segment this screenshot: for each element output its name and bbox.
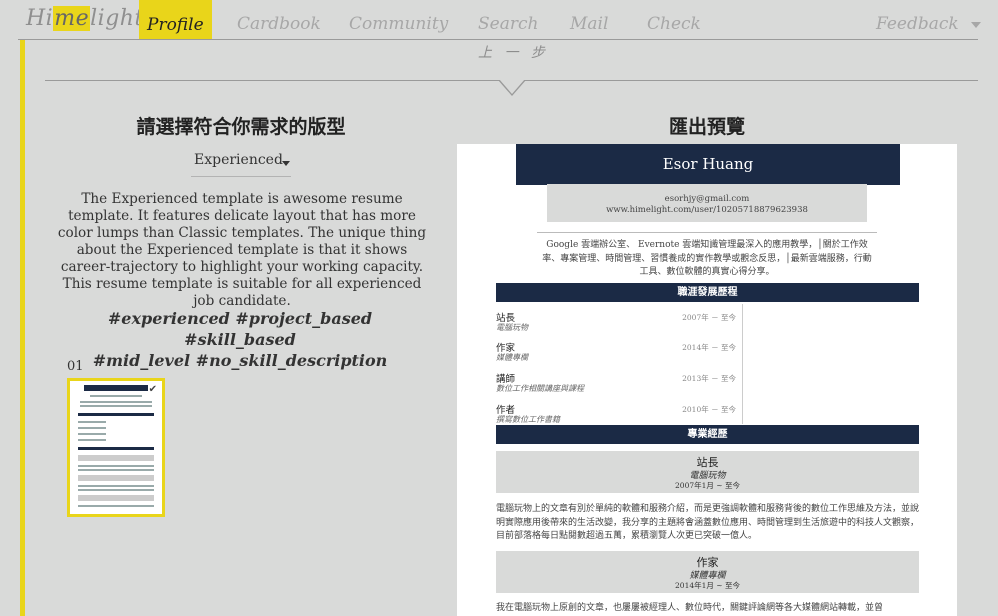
resume-about: Google 雲端辦公室、 Evernote 雲端知識管理最深入的應用教學，│關… — [542, 240, 872, 277]
nav-check[interactable]: Check — [647, 14, 701, 34]
career-column-divider — [742, 304, 743, 424]
thumbnail-line — [78, 421, 106, 423]
nav-search[interactable]: Search — [478, 14, 538, 34]
nav-divider — [18, 39, 978, 40]
thumbnail-line — [78, 489, 154, 491]
resume-preview: Esor Huang esorhjy@gmail.com www.himelig… — [457, 144, 957, 616]
thumbnail-line — [78, 433, 106, 435]
career-band: 職涯發展歷程 — [496, 283, 919, 302]
tags-line-2: #mid_level #no_skill_description — [92, 351, 388, 370]
career-date: 2014年 － 至今 — [682, 343, 736, 352]
resume-url: www.himelight.com/user/10205718879623938 — [606, 205, 808, 215]
thumbnail-block — [78, 455, 154, 461]
template-select-title: 請選擇符合你需求的版型 — [136, 116, 346, 138]
career-date: 2007年 － 至今 — [682, 313, 736, 322]
template-dropdown[interactable]: Experienced — [191, 148, 291, 177]
feedback-label: Feedback — [876, 14, 959, 34]
thumbnail-number: 01 — [67, 359, 84, 374]
thumbnail-band — [78, 413, 154, 416]
experience-date: 2007年1月 ~ 至今 — [675, 481, 740, 490]
export-preview-title: 匯出預覽 — [668, 116, 745, 138]
feedback-menu[interactable]: Feedback — [876, 14, 981, 34]
career-sub: 數位工作相關講座與課程 — [496, 384, 584, 393]
experience-header: 作家 媒體專欄 2014年1月 ~ 至今 — [496, 551, 919, 593]
resume-name: Esor Huang — [516, 144, 900, 185]
resume-contact: esorhjy@gmail.com www.himelight.com/user… — [547, 184, 867, 222]
thumbnail-line — [80, 401, 152, 403]
nav-mail[interactable]: Mail — [570, 14, 608, 34]
template-dropdown-value: Experienced — [194, 152, 283, 168]
resume-rule — [537, 232, 877, 233]
template-tags: #experienced #project_based #skill_based… — [50, 308, 430, 371]
caret-down-icon — [282, 161, 290, 166]
thumbnail-header — [84, 385, 148, 391]
himelight-logo[interactable]: Himelight — [26, 6, 144, 31]
thumbnail-line — [78, 469, 154, 471]
thumbnail-line — [78, 465, 154, 467]
career-sub: 電腦玩物 — [496, 323, 528, 332]
resume-email: esorhjy@gmail.com — [664, 194, 750, 204]
nav-cardbook[interactable]: Cardbook — [237, 14, 321, 34]
thumbnail-block — [78, 495, 154, 501]
thumbnail-line — [78, 505, 154, 507]
thumbnail-band — [78, 447, 154, 450]
thumbnail-line — [90, 395, 142, 397]
top-navigation: Himelight Profile Cardbook Community Sea… — [0, 0, 998, 40]
experience-date: 2014年1月 ~ 至今 — [675, 581, 740, 590]
template-description: The Experienced template is awesome resu… — [57, 191, 427, 309]
previous-step-link[interactable]: 上 一 步 — [478, 42, 549, 62]
nav-profile[interactable]: Profile — [139, 0, 212, 39]
experience-band: 專業經歷 — [496, 425, 919, 444]
template-thumbnail[interactable]: ✔ — [67, 378, 165, 517]
tags-line-1: #experienced #project_based #skill_based — [107, 309, 373, 349]
career-sub: 撰寫數位工作書籍 — [496, 415, 560, 424]
divider-notch-inner — [499, 79, 525, 94]
experience-description: 電腦玩物上的文章有別於單純的軟體和服務介紹，而是更強調軟體和服務背後的數位工作思… — [496, 504, 920, 541]
selected-check-icon: ✔ — [148, 384, 157, 395]
thumbnail-line — [78, 439, 106, 441]
chevron-down-icon — [970, 21, 981, 28]
thumbnail-line — [78, 485, 154, 487]
career-sub: 媒體專欄 — [496, 353, 528, 362]
career-date: 2013年 － 至今 — [682, 374, 736, 383]
experience-description: 我在電腦玩物上原創的文章，也屢屢被經理人、數位時代，關鍵評論網等各大媒體網站轉載… — [496, 603, 884, 613]
thumbnail-block — [78, 475, 154, 481]
nav-community[interactable]: Community — [349, 14, 448, 34]
career-date: 2010年 － 至今 — [682, 405, 736, 414]
accent-bar — [20, 40, 25, 616]
thumbnail-line — [80, 405, 152, 407]
thumbnail-line — [78, 427, 106, 429]
experience-header: 站長 電腦玩物 2007年1月 ~ 至今 — [496, 451, 919, 493]
